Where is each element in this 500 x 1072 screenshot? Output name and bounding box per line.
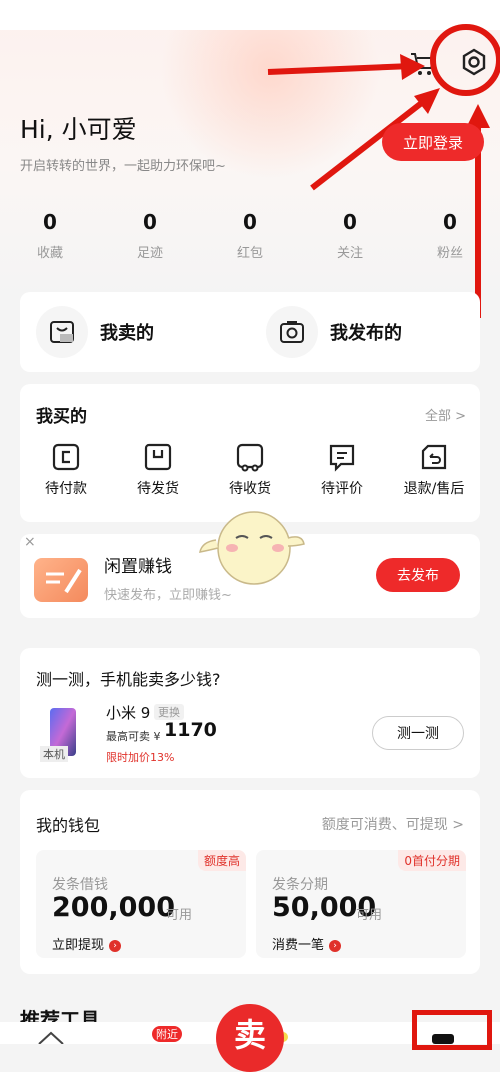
withdraw-link[interactable]: 立即提现 › <box>52 934 122 953</box>
wallet-title: 我的钱包 <box>36 816 101 835</box>
view-all-link[interactable]: 全部 > <box>425 405 466 424</box>
mascot-sticker <box>199 511 305 585</box>
shop-icon <box>36 306 88 358</box>
home-icon[interactable] <box>36 1030 66 1044</box>
phone-valuation-card: 测一测，手机能卖多少钱? 本机 小米 9 更换 最高可卖 ¥ 1170 限时加价… <box>20 648 480 778</box>
spend-label: 消费一笔 <box>272 938 325 953</box>
valuation-title: 测一测，手机能卖多少钱? <box>36 670 221 689</box>
wallet-icon <box>52 443 80 471</box>
order-pending-shipment[interactable]: 待发货 <box>112 442 204 498</box>
my-posted-entry[interactable]: 我发布的 <box>250 306 480 358</box>
status-bar <box>0 0 500 30</box>
publish-button[interactable]: 去发布 <box>376 558 460 592</box>
loan-tag: 额度高 <box>197 850 246 871</box>
annotation-rectangle <box>412 1010 492 1050</box>
nearby-badge[interactable]: 附近 <box>152 1026 182 1042</box>
order-status-label: 待付款 <box>45 481 87 497</box>
wallet-card: 我的钱包 额度可消费、可提现 > 额度高 发条借钱 200,000 可用 立即提… <box>20 790 480 974</box>
stats-row: 0 收藏 0 足迹 0 红包 0 关注 0 粉丝 <box>0 208 500 261</box>
comment-icon <box>329 444 355 472</box>
promo-title: 闲置赚钱 <box>104 557 172 577</box>
truck-icon <box>236 443 264 472</box>
this-device-badge: 本机 <box>40 746 68 762</box>
order-pending-payment[interactable]: 待付款 <box>20 442 112 498</box>
stat-value: 0 <box>143 210 157 234</box>
order-refund[interactable]: 退款/售后 <box>388 442 480 498</box>
my-sold-entry[interactable]: 我卖的 <box>20 306 250 358</box>
stat-label: 关注 <box>336 246 363 261</box>
stat-label: 红包 <box>236 246 263 261</box>
stat-history[interactable]: 0 足迹 <box>100 208 200 261</box>
package-icon <box>144 443 172 471</box>
sell-card: 我卖的 我发布的 <box>20 292 480 372</box>
stat-label: 足迹 <box>136 246 163 261</box>
phone-model: 小米 9 <box>106 704 151 722</box>
stat-value: 0 <box>343 210 357 234</box>
arrow-right-icon: › <box>109 939 122 952</box>
stat-red-packets[interactable]: 0 红包 <box>200 208 300 261</box>
my-purchases-title: 我买的 <box>36 407 87 427</box>
installment-available: 可用 <box>356 908 383 923</box>
order-status-label: 待收货 <box>229 481 271 497</box>
max-price: 1170 <box>164 719 217 741</box>
stat-following[interactable]: 0 关注 <box>300 208 400 261</box>
loan-box[interactable]: 额度高 发条借钱 200,000 可用 立即提现 › <box>36 850 246 958</box>
order-status-label: 待评价 <box>321 481 363 497</box>
loan-name: 发条借钱 <box>52 877 108 893</box>
annotation-circle <box>430 24 500 96</box>
stat-label: 收藏 <box>36 246 63 261</box>
loan-amount: 200,000 <box>52 892 175 923</box>
max-price-label: 最高可卖 ¥ <box>106 730 161 743</box>
change-phone-button[interactable]: 更换 <box>154 704 184 720</box>
greeting-subtitle: 开启转转的世界，一起助力环保吧~ <box>20 159 226 174</box>
my-posted-label: 我发布的 <box>330 323 402 344</box>
installment-box[interactable]: 0首付分期 发条分期 50,000 可用 消费一笔 › <box>256 850 466 958</box>
stat-value: 0 <box>243 210 257 234</box>
stat-fans[interactable]: 0 粉丝 <box>400 208 500 261</box>
stat-value: 0 <box>43 210 57 234</box>
withdraw-label: 立即提现 <box>52 938 105 953</box>
bonus-text: 限时加价13% <box>106 751 175 764</box>
order-pending-receipt[interactable]: 待收货 <box>204 442 296 498</box>
order-pending-review[interactable]: 待评价 <box>296 442 388 498</box>
sell-fab-button[interactable]: 卖 <box>216 1004 284 1072</box>
stat-value: 0 <box>443 210 457 234</box>
order-status-label: 待发货 <box>137 481 179 497</box>
installment-name: 发条分期 <box>272 877 328 893</box>
arrow-right-icon: › <box>329 939 342 952</box>
test-button[interactable]: 测一测 <box>372 716 464 750</box>
camera-icon <box>266 306 318 358</box>
wallet-description-link[interactable]: 额度可消费、可提现 > <box>322 814 464 834</box>
note-pencil-icon <box>34 558 88 602</box>
installment-tag: 0首付分期 <box>398 850 466 871</box>
my-sold-label: 我卖的 <box>100 323 154 344</box>
close-icon[interactable]: × <box>24 534 36 550</box>
refund-icon <box>421 444 447 470</box>
order-status-row: 待付款 待发货 待收货 待评价 退款/售后 <box>20 442 480 498</box>
stat-favorites[interactable]: 0 收藏 <box>0 208 100 261</box>
order-status-label: 退款/售后 <box>403 481 465 497</box>
spend-link[interactable]: 消费一笔 › <box>272 934 342 953</box>
stat-label: 粉丝 <box>436 246 463 261</box>
login-button[interactable]: 立即登录 <box>382 123 484 161</box>
greeting-title: Hi, 小可爱 <box>20 115 137 144</box>
loan-available: 可用 <box>166 908 193 923</box>
